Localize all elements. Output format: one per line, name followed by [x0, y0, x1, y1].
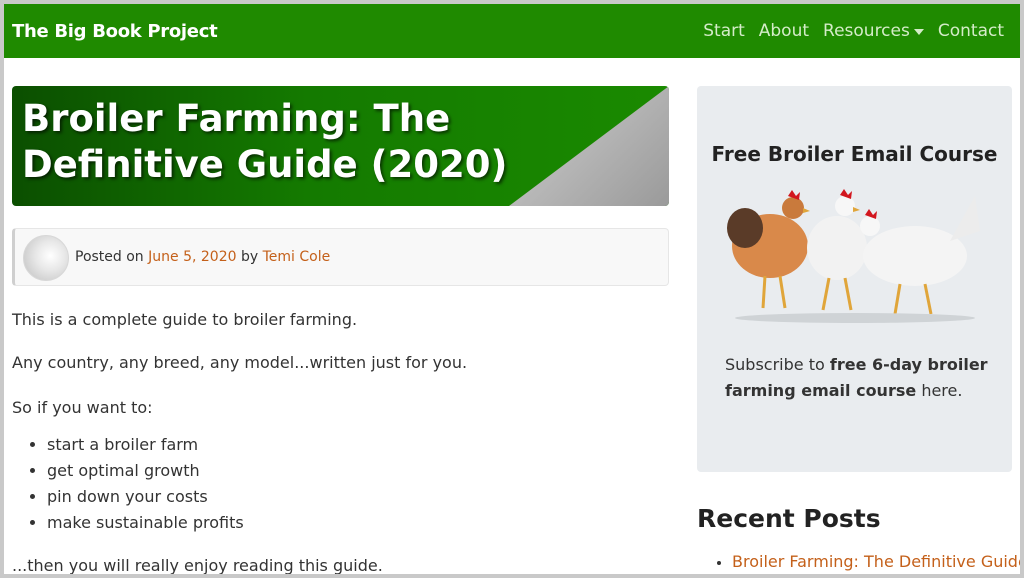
- post-meta-text: Posted on June 5, 2020 by Temi Cole: [75, 249, 330, 265]
- list-item: make sustainable profits: [47, 513, 244, 539]
- author-avatar: [23, 235, 69, 281]
- subscribe-suffix: here.: [921, 381, 963, 400]
- by-label: by: [240, 249, 259, 265]
- recent-post-link[interactable]: Broiler Farming: The Definitive Guide: [732, 552, 1024, 571]
- list-item: Broiler Farming: The Definitive Guide: [732, 550, 1024, 575]
- list-item: pin down your costs: [47, 487, 244, 513]
- subscribe-text: Subscribe to free 6-day broiler farming …: [725, 352, 995, 404]
- site-brand[interactable]: The Big Book Project: [12, 21, 218, 42]
- post-date-link[interactable]: June 5, 2020: [148, 249, 236, 265]
- paragraph: So if you want to:: [12, 398, 153, 417]
- recent-posts-title: Recent Posts: [697, 504, 881, 533]
- list-item: get optimal growth: [47, 461, 244, 487]
- subscribe-prefix: Subscribe to: [725, 355, 825, 374]
- nav-dropdown-resources[interactable]: Resources: [823, 21, 924, 41]
- main-nav: Start About Resources Contact: [703, 21, 1004, 41]
- caret-down-icon: [913, 29, 924, 35]
- article-hero: Broiler Farming: The Definitive Guide (2…: [12, 86, 669, 206]
- email-course-widget: Free Broiler Email Course Subscribe to f…: [697, 86, 1012, 472]
- post-meta: Posted on June 5, 2020 by Temi Cole: [12, 228, 669, 286]
- nav-link-about[interactable]: About: [759, 21, 809, 41]
- paragraph: Any country, any breed, any model...writ…: [12, 353, 468, 372]
- chickens-image[interactable]: [725, 186, 985, 326]
- nav-link-start[interactable]: Start: [703, 21, 745, 41]
- paragraph: ...then you will really enjoy reading th…: [12, 556, 383, 575]
- paragraph: This is a complete guide to broiler farm…: [12, 310, 358, 329]
- bullet-list: start a broiler farm get optimal growth …: [12, 435, 244, 539]
- author-link[interactable]: Temi Cole: [263, 249, 331, 265]
- list-item: start a broiler farm: [47, 435, 244, 461]
- article-title: Broiler Farming: The Definitive Guide (2…: [22, 97, 508, 186]
- top-navbar: The Big Book Project Start About Resourc…: [4, 4, 1020, 58]
- nav-link-resources-label: Resources: [823, 21, 910, 41]
- posted-on-label: Posted on: [75, 249, 144, 265]
- recent-posts-list: Broiler Farming: The Definitive Guide: [697, 550, 1024, 575]
- widget-title: Free Broiler Email Course: [711, 142, 998, 166]
- nav-link-contact[interactable]: Contact: [938, 21, 1004, 41]
